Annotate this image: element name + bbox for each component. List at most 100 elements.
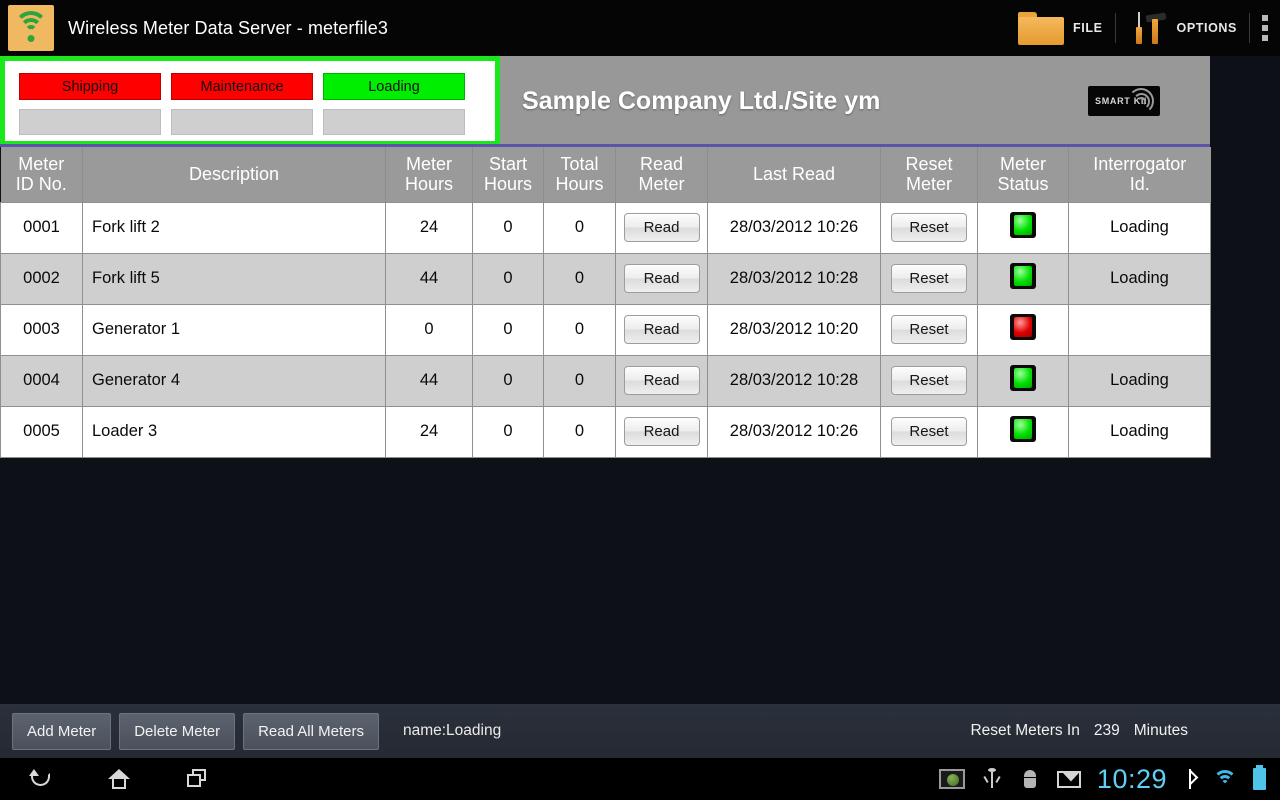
read-button[interactable]: Read	[623, 366, 700, 395]
android-nav-bar: 10:29	[0, 758, 1280, 800]
reset-button[interactable]: Reset	[891, 417, 967, 446]
file-menu-button[interactable]: FILE	[1006, 0, 1114, 56]
read-button[interactable]: Read	[623, 417, 700, 446]
home-icon[interactable]	[106, 766, 132, 792]
cell-start-hours: 0	[472, 252, 544, 305]
cell-reset-meter: Reset	[880, 405, 978, 458]
overflow-menu-icon	[1262, 15, 1268, 41]
table-row[interactable]: 0004 Generator 4 44 0 0 Read 28/03/2012 10:28 R…	[0, 354, 1211, 407]
table-row[interactable]: 0001 Fork lift 2 24 0 0 Read 28/03/2012 10:26 R…	[0, 201, 1211, 254]
cell-description: Generator 1	[82, 303, 386, 356]
status-field-loading[interactable]	[323, 109, 465, 135]
status-column-shipping: Shipping	[19, 73, 161, 135]
cell-start-hours: 0	[472, 405, 544, 458]
header-reset-meter: Reset Meter	[880, 147, 978, 202]
reset-button[interactable]: Reset	[891, 366, 967, 395]
company-banner: Sample Company Ltd./Site ym SMART Kii	[500, 56, 1210, 146]
status-button-loading[interactable]: Loading	[323, 73, 465, 100]
cell-reset-meter: Reset	[880, 252, 978, 305]
tools-icon	[1128, 10, 1168, 46]
add-meter-button[interactable]: Add Meter	[12, 712, 112, 750]
cell-description: Loader 3	[82, 405, 386, 458]
bluetooth-icon[interactable]	[1183, 769, 1197, 789]
reset-countdown-label: Reset Meters In	[970, 722, 1080, 739]
cell-total-hours: 0	[543, 303, 616, 356]
cell-interrogator-id	[1068, 303, 1211, 356]
cell-interrogator-id: Loading	[1068, 405, 1211, 458]
cell-meter-hours: 24	[385, 405, 473, 458]
cell-meter-id: 0001	[0, 201, 83, 254]
battery-icon[interactable]	[1253, 765, 1266, 790]
status-led-green	[1010, 365, 1036, 391]
cell-last-read: 28/03/2012 10:26	[707, 405, 881, 458]
status-column-loading: Loading	[323, 73, 465, 135]
cell-read-meter: Read	[615, 201, 708, 254]
status-clock[interactable]: 10:29	[1097, 764, 1167, 795]
status-button-shipping[interactable]: Shipping	[19, 73, 161, 100]
cell-total-hours: 0	[543, 201, 616, 254]
reset-button[interactable]: Reset	[891, 213, 967, 242]
recent-apps-icon[interactable]	[184, 766, 210, 792]
cell-total-hours: 0	[543, 252, 616, 305]
current-name-status: name:Loading	[402, 722, 502, 739]
cell-meter-status	[977, 354, 1069, 407]
cell-interrogator-id: Loading	[1068, 252, 1211, 305]
status-button-maintenance[interactable]: Maintenance	[171, 73, 313, 100]
table-header-row: Meter ID No. Description Meter Hours Sta…	[0, 147, 1211, 202]
status-panel: Shipping Maintenance Loading	[0, 56, 500, 146]
reset-countdown-value: 239	[1093, 722, 1120, 739]
read-button[interactable]: Read	[623, 315, 700, 344]
cell-read-meter: Read	[615, 354, 708, 407]
wifi-icon[interactable]	[1213, 770, 1237, 788]
nav-buttons	[28, 766, 210, 792]
overflow-menu-button[interactable]	[1250, 0, 1280, 56]
header-meter-hours: Meter Hours	[385, 147, 473, 202]
app-root: Wireless Meter Data Server - meterfile3 …	[0, 0, 1280, 800]
cell-reset-meter: Reset	[880, 303, 978, 356]
usb-icon[interactable]	[981, 768, 1003, 790]
screenshot-icon[interactable]	[938, 769, 965, 789]
read-button[interactable]: Read	[623, 264, 700, 293]
read-button[interactable]: Read	[623, 213, 700, 242]
cell-description: Fork lift 5	[82, 252, 386, 305]
mail-icon[interactable]	[1056, 770, 1081, 788]
options-menu-label: OPTIONS	[1176, 21, 1237, 35]
cell-meter-status	[977, 252, 1069, 305]
header-start-hours: Start Hours	[472, 147, 544, 202]
reset-countdown-unit: Minutes	[1133, 722, 1188, 739]
cell-meter-id: 0005	[0, 405, 83, 458]
status-field-shipping[interactable]	[19, 109, 161, 135]
cell-start-hours: 0	[472, 201, 544, 254]
header-last-read: Last Read	[707, 147, 881, 202]
header-read-meter: Read Meter	[615, 147, 708, 202]
read-all-meters-button[interactable]: Read All Meters	[243, 712, 379, 750]
back-icon[interactable]	[28, 766, 54, 792]
cell-start-hours: 0	[472, 354, 544, 407]
reset-button[interactable]: Reset	[891, 315, 967, 344]
status-led-green	[1010, 416, 1036, 442]
bottom-toolbar: Add Meter Delete Meter Read All Meters n…	[0, 704, 1280, 758]
header-total-hours: Total Hours	[543, 147, 616, 202]
status-led-red	[1010, 314, 1036, 340]
options-menu-button[interactable]: OPTIONS	[1116, 0, 1249, 56]
file-menu-label: FILE	[1073, 21, 1103, 35]
reset-button[interactable]: Reset	[891, 264, 967, 293]
cell-read-meter: Read	[615, 405, 708, 458]
cell-read-meter: Read	[615, 303, 708, 356]
android-icon[interactable]	[1019, 768, 1041, 790]
table-row[interactable]: 0003 Generator 1 0 0 0 Read 28/03/2012 10:20 Re…	[0, 303, 1211, 356]
status-led-green	[1010, 263, 1036, 289]
folder-icon	[1018, 11, 1065, 45]
delete-meter-button[interactable]: Delete Meter	[119, 712, 236, 750]
cell-meter-id: 0002	[0, 252, 83, 305]
title-bar-actions: FILE OPTIONS	[1006, 0, 1280, 56]
system-tray: 10:29	[938, 764, 1266, 795]
status-field-maintenance[interactable]	[171, 109, 313, 135]
cell-last-read: 28/03/2012 10:28	[707, 354, 881, 407]
cell-description: Fork lift 2	[82, 201, 386, 254]
cell-reset-meter: Reset	[880, 201, 978, 254]
cell-interrogator-id: Loading	[1068, 354, 1211, 407]
table-row[interactable]: 0002 Fork lift 5 44 0 0 Read 28/03/2012 10:28 R…	[0, 252, 1211, 305]
table-row[interactable]: 0005 Loader 3 24 0 0 Read 28/03/2012 10:26 Rese…	[0, 405, 1211, 458]
cell-meter-status	[977, 201, 1069, 254]
